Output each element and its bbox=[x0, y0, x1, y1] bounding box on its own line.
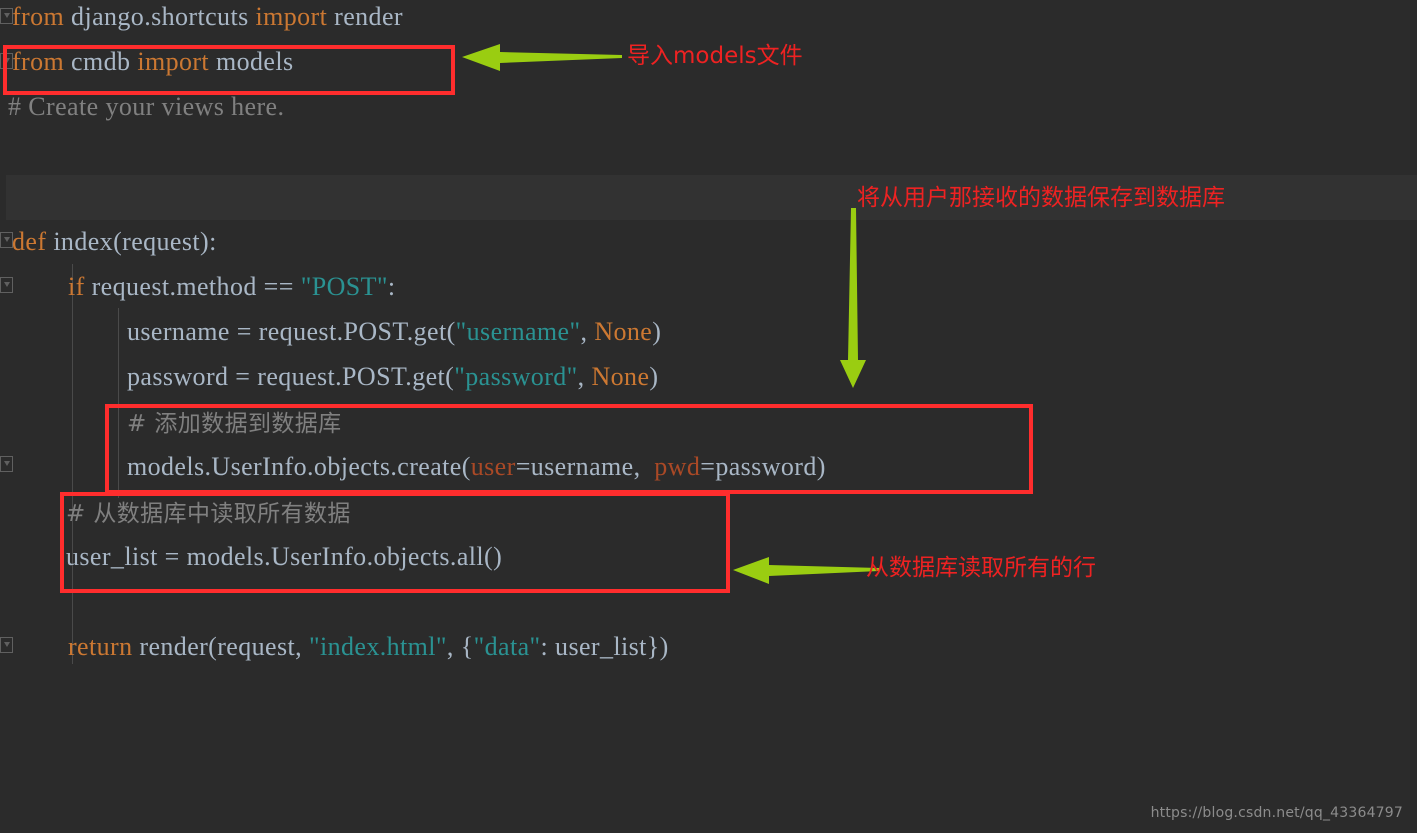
token-index-html-string: "index.html" bbox=[308, 632, 447, 661]
code-line-def-index: def index(request): bbox=[12, 228, 217, 256]
arrow-head-down-1 bbox=[840, 208, 866, 388]
token-cmdb: cmdb bbox=[71, 47, 131, 76]
arrow-head-left-2 bbox=[733, 557, 879, 584]
token-username-assign: username = request.POST.get( bbox=[127, 317, 456, 346]
note-import-models: 导入models文件 bbox=[627, 43, 803, 69]
token-django-shortcuts: django.shortcuts bbox=[71, 2, 249, 31]
token-comma-1: , bbox=[580, 317, 595, 346]
token-create-call: models.UserInfo.objects.create( bbox=[127, 452, 471, 481]
token-eq-password: =password) bbox=[700, 452, 826, 481]
arrow-to-create-box bbox=[840, 208, 866, 388]
token-request-method: request.method == bbox=[91, 272, 294, 301]
editor-screenshot: from django.shortcuts import render from… bbox=[0, 0, 1417, 833]
token-data-tail: : user_list}) bbox=[540, 632, 669, 661]
token-paren-2: ) bbox=[649, 362, 659, 391]
token-none-1: None bbox=[594, 317, 653, 346]
code-line-import-django: from django.shortcuts import render bbox=[12, 3, 403, 31]
token-eq-username: =username, bbox=[515, 452, 655, 481]
token-from-1: from bbox=[12, 2, 65, 31]
code-line-read-comment: # 从数据库中读取所有数据 bbox=[66, 501, 351, 527]
token-if: if bbox=[68, 272, 85, 301]
token-brace-open: , { bbox=[446, 632, 474, 661]
code-line-if-post: if request.method == "POST": bbox=[68, 273, 396, 301]
code-line-password: password = request.POST.get("password", … bbox=[127, 363, 658, 391]
fold-marker-icon-ret[interactable] bbox=[0, 637, 13, 653]
code-line-add-comment: # 添加数据到数据库 bbox=[127, 411, 342, 437]
code-line-return: return render(request, "index.html", {"d… bbox=[68, 633, 669, 661]
arrow-to-read-box bbox=[733, 557, 879, 584]
token-import-1: import bbox=[255, 2, 328, 31]
token-pwd-kwarg: pwd bbox=[654, 452, 701, 481]
indent-guide-1 bbox=[72, 264, 73, 664]
token-paren-1: ) bbox=[652, 317, 662, 346]
token-import-2: import bbox=[137, 47, 210, 76]
code-line-user-list: user_list = models.UserInfo.objects.all(… bbox=[66, 542, 503, 571]
code-line-username: username = request.POST.get("username", … bbox=[127, 318, 661, 346]
token-from-2: from bbox=[12, 47, 65, 76]
token-password-assign: password = request.POST.get( bbox=[127, 362, 455, 391]
note-read-all-rows: 从数据库读取所有的行 bbox=[866, 555, 1096, 581]
token-none-2: None bbox=[591, 362, 650, 391]
indent-guide-2 bbox=[118, 308, 119, 498]
watermark-url: https://blog.csdn.net/qq_43364797 bbox=[1150, 805, 1403, 821]
code-line-import-models: from cmdb import models bbox=[12, 48, 293, 76]
token-index-signature: index(request): bbox=[53, 227, 217, 256]
code-line-create-object: models.UserInfo.objects.create(user=user… bbox=[127, 453, 826, 481]
token-return: return bbox=[68, 632, 133, 661]
token-render-call: render(request, bbox=[139, 632, 309, 661]
fold-marker-icon-body[interactable] bbox=[0, 456, 13, 472]
token-username-string: "username" bbox=[455, 317, 581, 346]
token-user-kwarg: user bbox=[470, 452, 516, 481]
note-save-to-db: 将从用户那接收的数据保存到数据库 bbox=[857, 185, 1225, 211]
token-models: models bbox=[215, 47, 294, 76]
token-comma-2: , bbox=[577, 362, 592, 391]
editor-gutter bbox=[0, 0, 6, 833]
token-password-string: "password" bbox=[454, 362, 578, 391]
token-post-string: "POST" bbox=[300, 272, 388, 301]
token-colon: : bbox=[387, 272, 396, 301]
fold-marker-icon-if[interactable] bbox=[0, 277, 13, 293]
token-render-name: render bbox=[334, 2, 403, 31]
token-data-string: "data" bbox=[473, 632, 541, 661]
token-def: def bbox=[12, 227, 47, 256]
code-line-create-comment: # Create your views here. bbox=[8, 92, 285, 121]
